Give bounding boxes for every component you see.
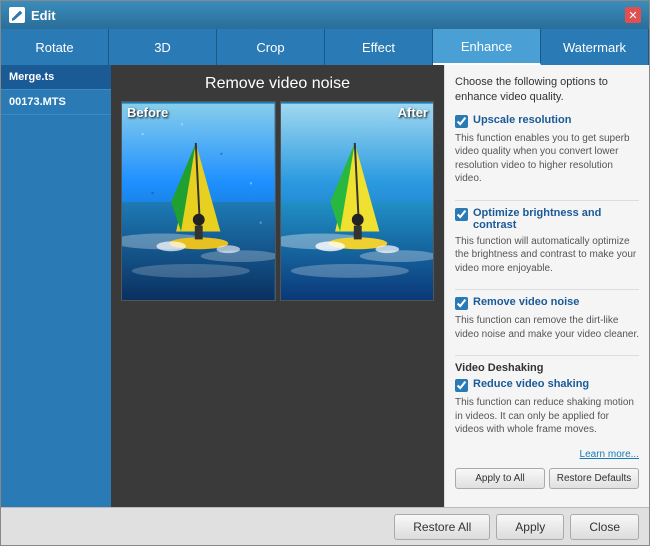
right-panel: Choose the following options to enhance … <box>444 65 649 507</box>
tab-3d[interactable]: 3D <box>109 29 217 65</box>
tab-rotate[interactable]: Rotate <box>1 29 109 65</box>
main-content: Merge.ts 00173.MTS Remove video noise Be… <box>1 65 649 507</box>
restore-all-button[interactable]: Restore All <box>394 514 490 540</box>
remove-noise-checkbox[interactable] <box>455 297 468 310</box>
optimize-checkbox[interactable] <box>455 208 468 221</box>
optimize-label: Optimize brightness and contrast <box>473 207 639 231</box>
learn-more-link[interactable]: Learn more... <box>455 449 639 460</box>
close-window-button[interactable]: ✕ <box>625 7 641 23</box>
after-label: After <box>398 105 428 120</box>
after-image <box>280 101 435 301</box>
bottom-bar: Restore All Apply Close <box>1 507 649 545</box>
restore-defaults-button[interactable]: Restore Defaults <box>549 468 639 489</box>
app-icon <box>9 7 25 23</box>
panel-description: Choose the following options to enhance … <box>455 75 639 106</box>
after-image-wrap: After <box>280 101 435 301</box>
sidebar-item-0[interactable]: Merge.ts <box>1 65 111 90</box>
upscale-label: Upscale resolution <box>473 114 571 126</box>
reduce-shaking-checkbox[interactable] <box>455 379 468 392</box>
remove-noise-label: Remove video noise <box>473 296 579 308</box>
panel-action-buttons: Apply to All Restore Defaults <box>455 468 639 489</box>
preview-title: Remove video noise <box>205 75 350 93</box>
option-upscale-row: Upscale resolution <box>455 114 639 128</box>
sidebar-item-name-1: 00173.MTS <box>9 96 103 108</box>
edit-window: Edit ✕ Rotate 3D Crop Effect Enhance Wat… <box>0 0 650 546</box>
option-remove-noise-row: Remove video noise <box>455 296 639 310</box>
sidebar-item-1[interactable]: 00173.MTS <box>1 90 111 115</box>
tab-crop[interactable]: Crop <box>217 29 325 65</box>
close-button[interactable]: Close <box>570 514 639 540</box>
apply-to-all-button[interactable]: Apply to All <box>455 468 545 489</box>
apply-button[interactable]: Apply <box>496 514 564 540</box>
option-reduce-shaking-row: Reduce video shaking <box>455 378 639 392</box>
option-optimize-row: Optimize brightness and contrast <box>455 207 639 231</box>
before-image-wrap: Before <box>121 101 276 301</box>
preview-panel: Remove video noise Before <box>111 65 444 507</box>
title-bar: Edit ✕ <box>1 1 649 29</box>
before-image <box>121 101 276 301</box>
reduce-shaking-label: Reduce video shaking <box>473 378 589 390</box>
before-label: Before <box>127 105 168 120</box>
remove-noise-desc: This function can remove the dirt-like v… <box>455 314 639 341</box>
file-sidebar: Merge.ts 00173.MTS <box>1 65 111 507</box>
upscale-checkbox[interactable] <box>455 115 468 128</box>
tab-watermark[interactable]: Watermark <box>541 29 649 65</box>
deshaking-section-title: Video Deshaking <box>455 362 639 374</box>
tab-enhance[interactable]: Enhance <box>433 29 541 65</box>
preview-images: Before <box>121 101 434 301</box>
optimize-desc: This function will automatically optimiz… <box>455 235 639 276</box>
reduce-shaking-desc: This function can reduce shaking motion … <box>455 396 639 437</box>
window-title: Edit <box>31 8 625 23</box>
sidebar-item-name-0: Merge.ts <box>9 71 103 83</box>
tab-effect[interactable]: Effect <box>325 29 433 65</box>
upscale-desc: This function enables you to get superb … <box>455 132 639 186</box>
tab-navigation: Rotate 3D Crop Effect Enhance Watermark <box>1 29 649 65</box>
